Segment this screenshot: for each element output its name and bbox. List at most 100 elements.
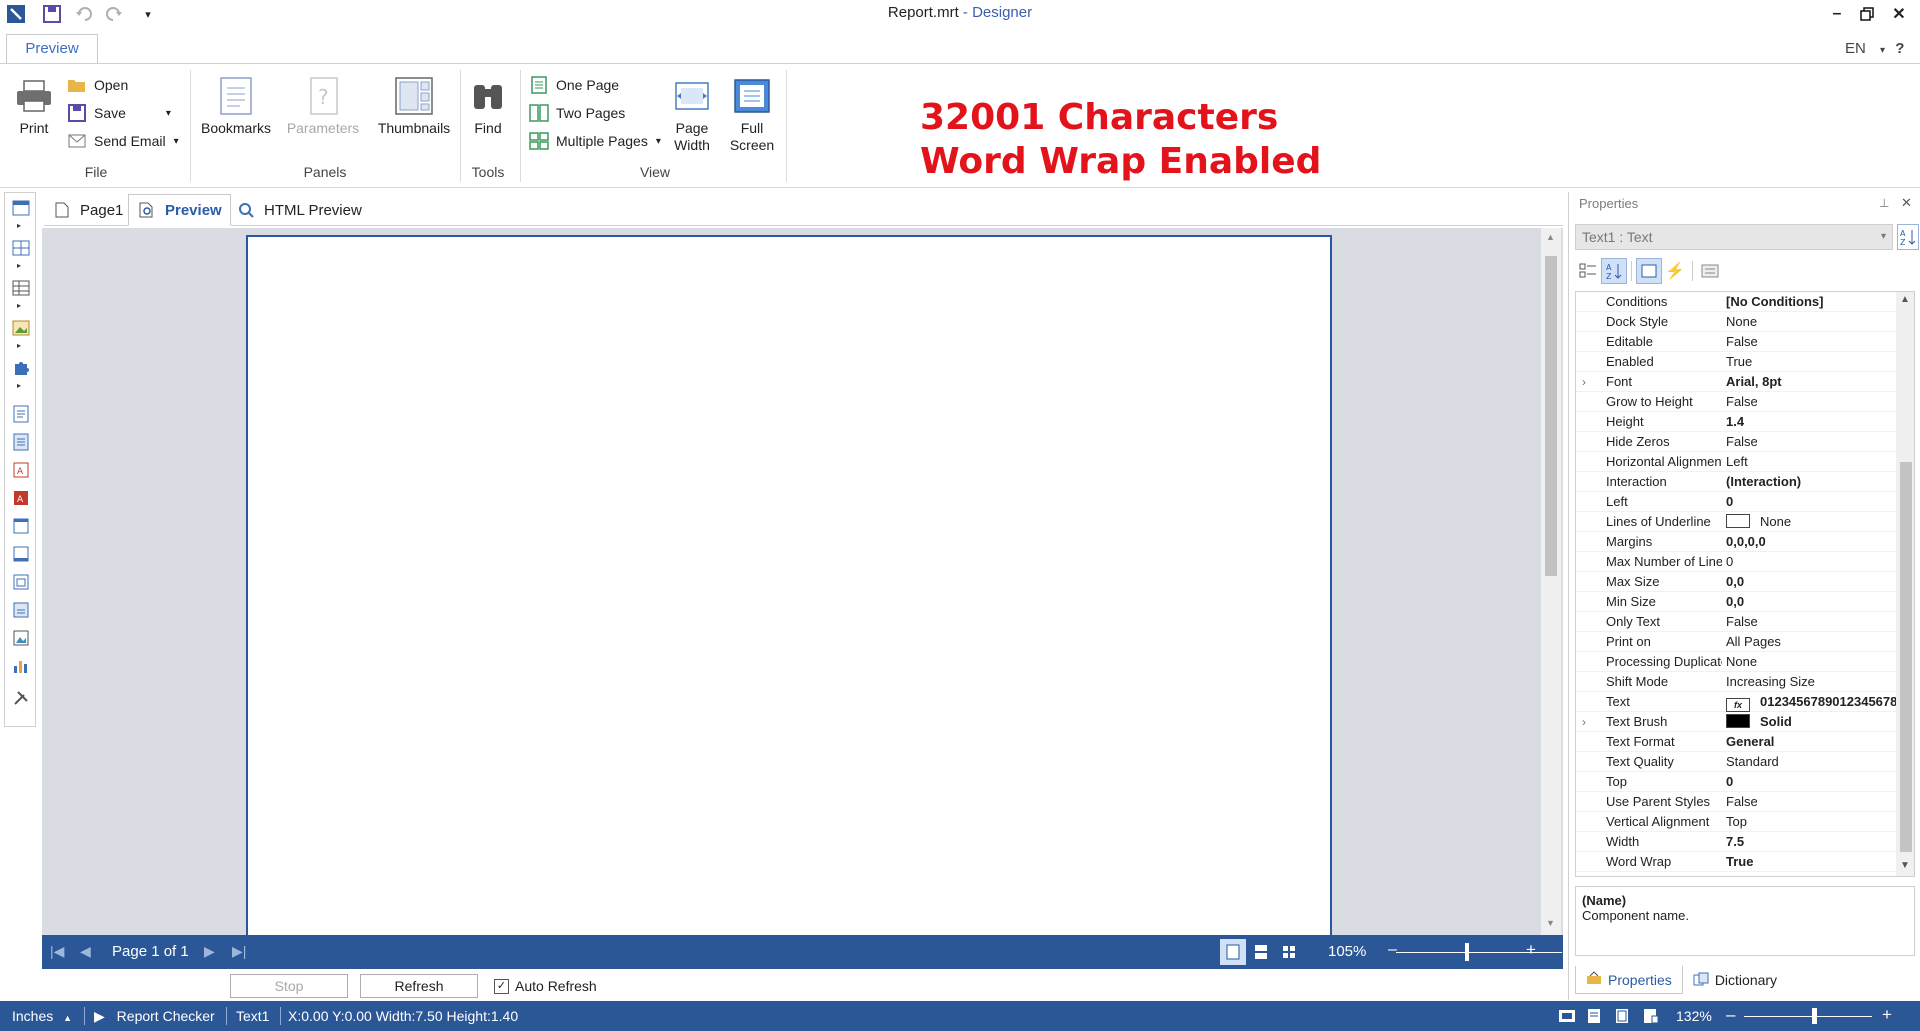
bookmarks-button[interactable]: Bookmarks: [200, 74, 272, 137]
property-value-cell[interactable]: Standard: [1726, 752, 1898, 772]
checkbox-component-icon[interactable]: [9, 599, 33, 621]
property-value-cell[interactable]: True: [1726, 352, 1898, 372]
open-button[interactable]: Open: [66, 72, 128, 98]
send-email-button[interactable]: Send Email ▾: [66, 128, 179, 154]
text-in-cells-icon[interactable]: A: [9, 459, 33, 481]
undo-icon[interactable]: [72, 3, 96, 25]
rich-text-icon[interactable]: [9, 431, 33, 453]
save-button[interactable]: Save ▾: [66, 100, 171, 126]
expand-arrow-icon[interactable]: ▸: [17, 261, 21, 270]
auto-refresh-checkbox[interactable]: ✓ Auto Refresh: [494, 978, 597, 994]
footer-icon[interactable]: [9, 543, 33, 565]
scrollbar-thumb[interactable]: [1900, 462, 1912, 852]
property-value-cell[interactable]: False: [1726, 792, 1898, 812]
page-width-button[interactable]: Page Width: [670, 74, 714, 154]
property-row[interactable]: Lines of Underline None: [1576, 512, 1914, 532]
property-row[interactable]: Dock Style None: [1576, 312, 1914, 332]
scroll-down-icon[interactable]: ▼: [1546, 918, 1555, 928]
tab-preview[interactable]: Preview: [128, 194, 231, 226]
property-row[interactable]: Shift Mode Increasing Size: [1576, 672, 1914, 692]
property-value-cell[interactable]: (Interaction): [1726, 472, 1898, 492]
sort-alphabetical-button[interactable]: AZ: [1897, 224, 1919, 250]
document-view-icon[interactable]: [1614, 1008, 1630, 1027]
checkbox-check-icon[interactable]: ✓: [494, 978, 509, 994]
property-row[interactable]: Width 7.5: [1576, 832, 1914, 852]
property-value-cell[interactable]: Arial, 8pt: [1726, 372, 1898, 392]
property-value-cell[interactable]: [No Conditions]: [1726, 292, 1898, 312]
property-value-cell[interactable]: 0,0,0,0: [1726, 532, 1898, 552]
previous-page-icon[interactable]: ◀: [80, 943, 91, 960]
property-value-cell[interactable]: None: [1726, 312, 1898, 332]
property-row[interactable]: Horizontal Alignment Left: [1576, 452, 1914, 472]
property-row[interactable]: Enabled True: [1576, 352, 1914, 372]
expression-icon[interactable]: fx: [1726, 698, 1750, 712]
status-zoom-slider-thumb[interactable]: [1812, 1008, 1818, 1024]
properties-view-icon[interactable]: [1636, 258, 1662, 284]
expand-arrow-icon[interactable]: ▸: [17, 381, 21, 390]
multiple-pages-view-button[interactable]: [1276, 939, 1302, 965]
continuous-view-button[interactable]: [1248, 939, 1274, 965]
property-row[interactable]: Editable False: [1576, 332, 1914, 352]
property-value-cell[interactable]: Top: [1726, 812, 1898, 832]
property-row[interactable]: Vertical Alignment Top: [1576, 812, 1914, 832]
property-row[interactable]: Left 0: [1576, 492, 1914, 512]
property-value-cell[interactable]: 0: [1726, 772, 1898, 792]
band-icon[interactable]: [9, 197, 33, 219]
page-view-icon[interactable]: [1558, 1008, 1576, 1027]
report-checker-button[interactable]: ▶ Report Checker: [94, 1008, 215, 1025]
one-page-button[interactable]: One Page: [528, 72, 619, 98]
thumbnails-button[interactable]: Thumbnails: [374, 74, 454, 137]
property-value-cell[interactable]: False: [1726, 332, 1898, 352]
pin-icon[interactable]: ⊥: [1879, 196, 1889, 210]
print-button[interactable]: Print: [12, 74, 56, 137]
send-email-dropdown-icon[interactable]: ▾: [174, 136, 179, 147]
property-value-cell[interactable]: General: [1726, 732, 1898, 752]
first-page-icon[interactable]: |◀: [50, 943, 64, 960]
last-page-icon[interactable]: ▶|: [232, 943, 246, 960]
language-dropdown-icon[interactable]: ▾: [1880, 45, 1885, 56]
preview-zoom-slider-thumb[interactable]: [1465, 943, 1470, 961]
panel-icon[interactable]: [9, 515, 33, 537]
text-component-icon[interactable]: [9, 403, 33, 425]
property-value-cell[interactable]: None: [1726, 512, 1898, 532]
property-value-cell[interactable]: False: [1726, 612, 1898, 632]
property-row[interactable]: Text fx 0123456789012345678: [1576, 692, 1914, 712]
property-value-cell[interactable]: True: [1726, 852, 1898, 872]
help-icon[interactable]: ?: [1895, 40, 1904, 57]
refresh-button[interactable]: Refresh: [360, 974, 478, 998]
scrollbar-thumb[interactable]: [1545, 256, 1557, 576]
save-icon[interactable]: [40, 3, 64, 25]
chart-view-icon[interactable]: [1642, 1008, 1660, 1027]
tab-properties[interactable]: Properties: [1575, 966, 1683, 994]
stop-button[interactable]: Stop: [230, 974, 348, 998]
preview-vertical-scrollbar[interactable]: ▲ ▼: [1541, 228, 1561, 935]
two-pages-button[interactable]: Two Pages: [528, 100, 625, 126]
component-selector[interactable]: Text1 : Text ▾: [1575, 224, 1893, 250]
property-value-cell[interactable]: 7.5: [1726, 832, 1898, 852]
puzzle-icon[interactable]: [9, 357, 33, 379]
app-logo-icon[interactable]: [4, 3, 28, 25]
property-row[interactable]: Top 0: [1576, 772, 1914, 792]
image-component-icon[interactable]: [9, 317, 33, 339]
property-row[interactable]: Max Size 0,0: [1576, 572, 1914, 592]
expand-arrow-icon[interactable]: ▸: [17, 221, 21, 230]
property-row[interactable]: Height 1.4: [1576, 412, 1914, 432]
property-row[interactable]: Processing Duplicates None: [1576, 652, 1914, 672]
tools-icon[interactable]: [9, 687, 33, 709]
customize-quick-access-icon[interactable]: ▾: [136, 3, 160, 25]
full-screen-button[interactable]: Full Screen: [728, 74, 776, 154]
language-selector[interactable]: EN ▾ ?: [1845, 40, 1904, 57]
property-row[interactable]: Max Number of Lines 0: [1576, 552, 1914, 572]
cross-band-icon[interactable]: [9, 237, 33, 259]
property-pages-icon[interactable]: [1697, 258, 1723, 284]
report-view-icon[interactable]: [1586, 1008, 1602, 1027]
events-lightning-icon[interactable]: ⚡: [1662, 258, 1688, 284]
property-value-cell[interactable]: Left: [1726, 452, 1898, 472]
property-row[interactable]: Grow to Height False: [1576, 392, 1914, 412]
tab-page1[interactable]: Page1: [44, 194, 131, 226]
property-row[interactable]: Print on All Pages: [1576, 632, 1914, 652]
property-value-cell[interactable]: False: [1726, 392, 1898, 412]
units-selector[interactable]: Inches ▲: [12, 1008, 72, 1024]
property-row[interactable]: Text Format General: [1576, 732, 1914, 752]
panel-close-icon[interactable]: ✕: [1901, 195, 1912, 211]
